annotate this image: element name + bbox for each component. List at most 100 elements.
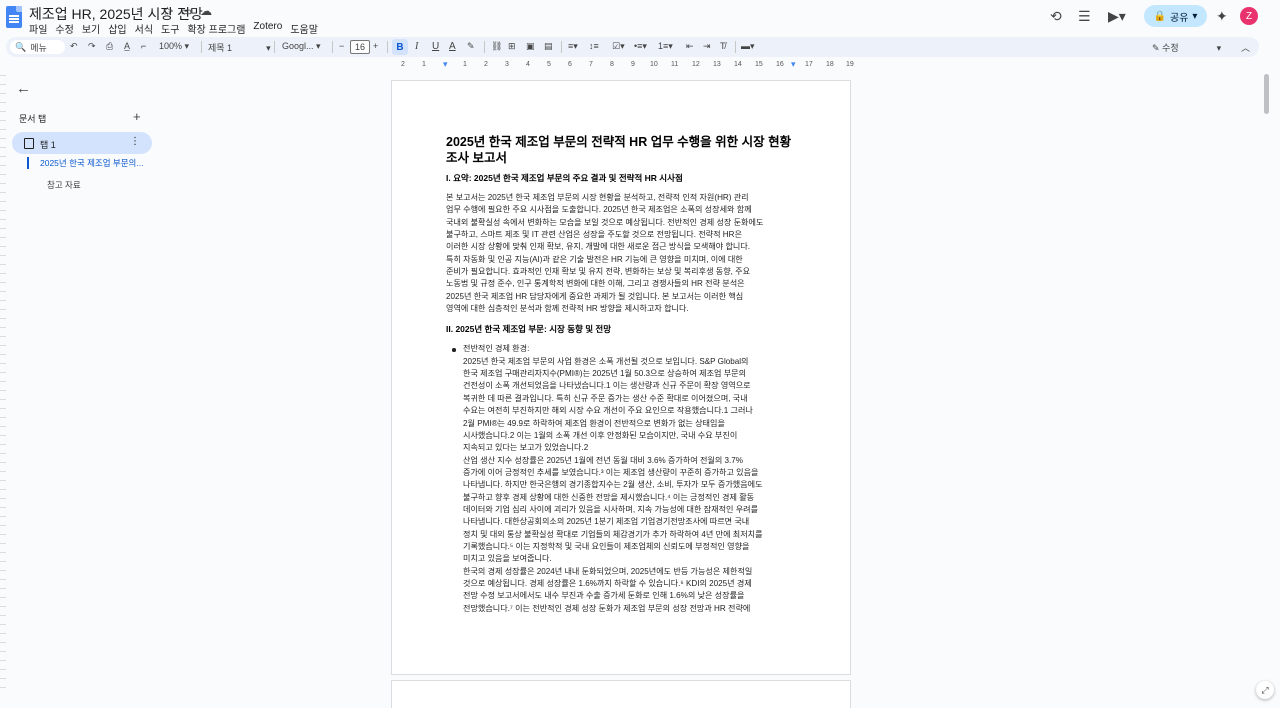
underline-icon[interactable]: U: [432, 41, 439, 52]
zoom-select[interactable]: 100% ▾: [159, 41, 189, 52]
ruler-mark: 12: [692, 61, 700, 68]
text-line: 2025년 한국 제조업 부문의 사업 환경은 소폭 개선될 것으로 보입니다.…: [463, 356, 749, 366]
menu-format[interactable]: 서식: [135, 21, 153, 36]
document-page-2[interactable]: [391, 680, 851, 708]
menu-tools[interactable]: 도구: [161, 21, 179, 36]
gemini-icon[interactable]: ✦: [1216, 8, 1228, 25]
ruler-mark: 3: [505, 61, 509, 68]
increase-indent-icon[interactable]: ⇥: [703, 41, 711, 52]
left-indent-marker[interactable]: ▾: [443, 59, 448, 70]
share-label: 공유: [1170, 12, 1189, 24]
toolbar-divider: [484, 41, 485, 53]
text-line: 복귀한 데 따른 결과입니다. 특히 신규 주문 증가는 생산 수준 확대로 이…: [463, 393, 748, 403]
back-arrow-icon[interactable]: ←: [16, 80, 31, 97]
text-line: 것으로 예상됩니다. 경제 성장률은 1.6%까지 하락할 수 있습니다.⁶ K…: [463, 578, 752, 588]
heading-line: 조사 보고서: [446, 151, 507, 165]
decrease-indent-icon[interactable]: ⇤: [686, 41, 694, 52]
share-button[interactable]: 🔒 공유 ▾: [1144, 5, 1207, 27]
history-icon[interactable]: ⟲: [1050, 8, 1062, 25]
scrollbar[interactable]: [1264, 74, 1269, 114]
chevron-down-icon[interactable]: ▾: [1192, 11, 1197, 22]
text-line: 나타냅니다. 대한상공회의소의 2025년 1분기 제조업 기업경기전망조사에 …: [463, 517, 750, 527]
checklist-icon[interactable]: ☑▾: [612, 41, 625, 52]
editing-mode-select[interactable]: ✎ 수정 ▾: [1152, 41, 1221, 54]
numbered-list-icon[interactable]: 1≡▾: [658, 41, 673, 52]
cloud-icon[interactable]: ☁: [200, 4, 220, 18]
menu-file[interactable]: 파일: [29, 21, 47, 36]
ruler-mark: 2: [401, 61, 405, 68]
menu-insert[interactable]: 삽입: [108, 21, 126, 36]
document-heading[interactable]: 2025년 한국 제조업 부문의 전략적 HR 업무 수행을 위한 시장 현황 …: [446, 134, 798, 166]
ruler-mark: 1: [463, 61, 467, 68]
explore-icon[interactable]: ⤢: [1256, 681, 1274, 699]
menu-help[interactable]: 도움말: [290, 21, 318, 36]
pencil-icon: ✎: [1152, 43, 1163, 53]
star-icon[interactable]: ☆: [162, 4, 181, 18]
bulleted-list-icon[interactable]: •≡▾: [634, 41, 647, 52]
menu-edit[interactable]: 수정: [55, 21, 73, 36]
font-select[interactable]: Googl... ▾: [282, 41, 321, 52]
section-heading-summary[interactable]: I. 요약: 2025년 한국 제조업 부문의 주요 결과 및 전략적 HR 시…: [446, 172, 798, 184]
ruler-mark: 8: [610, 61, 614, 68]
add-tab-icon[interactable]: +: [133, 109, 141, 124]
increase-font-icon[interactable]: +: [373, 41, 378, 51]
style-value: 제목 1: [208, 43, 233, 53]
summary-paragraph[interactable]: 본 보고서는 2025년 한국 제조업 부문의 시장 현황을 분석하고, 전략적…: [446, 192, 798, 315]
redo-icon[interactable]: ↷: [88, 41, 96, 52]
text-line: 나타냅니다. 하지만 한국은행의 경기종합지수는 2월 생산, 소비, 투자가 …: [463, 480, 763, 490]
spellcheck-icon[interactable]: A̲: [124, 41, 130, 51]
text-line: 전망했습니다.⁷ 이는 전반적인 경제 성장 둔화가 제조업 부문의 성장 전망…: [463, 603, 751, 613]
ruler-mark: 2: [484, 61, 488, 68]
menu-view[interactable]: 보기: [82, 21, 100, 36]
comments-icon[interactable]: ☰: [1078, 8, 1091, 25]
font-size-input[interactable]: 16: [350, 40, 370, 54]
meet-icon[interactable]: ▶▾: [1108, 8, 1126, 25]
text-line: 국내외 불확실성 속에서 변화하는 모습을 보일 것으로 예상됩니다. 전반적인…: [446, 217, 764, 227]
text-line: 이러한 시장 상황에 맞춰 인재 확보, 유지, 개발에 대한 새로운 접근 방…: [446, 242, 751, 252]
title-icons: ☆▭☁: [162, 4, 220, 18]
text-line: 시사했습니다.2 이는 1월의 소폭 개선 이후 안정화된 모습이지만, 국내 …: [463, 430, 738, 440]
add-comment-icon[interactable]: ⊞: [508, 41, 516, 52]
document-body[interactable]: 2025년 한국 제조업 부문의 전략적 HR 업무 수행을 위한 시장 현황 …: [446, 134, 798, 623]
undo-icon[interactable]: ↶: [70, 41, 78, 52]
line-spacing-icon[interactable]: ↕≡: [589, 41, 599, 51]
menu-search[interactable]: 🔍 메뉴: [10, 40, 65, 54]
outline-item-heading[interactable]: 2025년 한국 제조업 부문의...: [27, 157, 143, 169]
vertical-ruler[interactable]: [0, 75, 6, 695]
text-line: 불구하고, 스마트 제조 및 IT 관련 산업은 성장을 주도할 것으로 전망됩…: [446, 230, 742, 240]
text-line: 특히 자동화 및 인공 지능(AI)과 같은 기술 발전은 HR 기능에 큰 영…: [446, 254, 743, 264]
list-item[interactable]: 전반적인 경제 환경: 2025년 한국 제조업 부문의 사업 환경은 소폭 개…: [446, 343, 798, 615]
paint-format-icon[interactable]: ⌐: [141, 41, 146, 51]
folder-icon[interactable]: ▭: [181, 4, 200, 18]
tab-document-icon: [24, 138, 34, 149]
menu-zotero[interactable]: Zotero: [253, 21, 282, 36]
more-options-icon[interactable]: ▬▾: [741, 41, 755, 52]
print-icon[interactable]: ⎙: [106, 41, 113, 52]
decrease-font-icon[interactable]: −: [339, 41, 344, 51]
menu-extensions[interactable]: 확장 프로그램: [187, 21, 245, 36]
style-select[interactable]: 제목 1 ▾: [208, 41, 271, 54]
highlight-icon[interactable]: ✎: [467, 41, 475, 52]
outline-item-references[interactable]: 참고 자료: [47, 179, 81, 191]
image-icon[interactable]: ▣: [526, 41, 535, 52]
tab-options-icon[interactable]: ⋮: [130, 136, 140, 147]
avatar[interactable]: Z: [1240, 7, 1258, 25]
font-value: Googl...: [282, 41, 314, 51]
right-indent-marker[interactable]: ▾: [791, 59, 796, 70]
italic-icon[interactable]: I: [415, 41, 418, 52]
section-heading-market[interactable]: II. 2025년 한국 제조업 부문: 시장 동향 및 전망: [446, 323, 798, 335]
text-color-icon[interactable]: A: [449, 41, 456, 52]
align-icon[interactable]: ≡▾: [568, 41, 578, 52]
tab-1[interactable]: 탭 1 ⋮: [12, 132, 152, 154]
toolbar-divider: [201, 41, 202, 53]
horizontal-ruler[interactable]: ▾ ▾ 2 1 1 2 3 4 5 6 7 8 9 10 11 12 13 14…: [391, 59, 854, 73]
collapse-menus-icon[interactable]: ︿: [1241, 41, 1250, 54]
docs-logo-icon[interactable]: [6, 6, 22, 28]
bold-button[interactable]: B: [392, 39, 408, 55]
ruler-mark: 10: [650, 61, 658, 68]
ruler-mark: 6: [568, 61, 572, 68]
clear-format-icon[interactable]: T̸: [720, 41, 726, 51]
insert-icon[interactable]: ▤: [544, 41, 553, 52]
document-page[interactable]: 2025년 한국 제조업 부문의 전략적 HR 업무 수행을 위한 시장 현황 …: [391, 80, 851, 675]
link-icon[interactable]: ⛓: [491, 41, 502, 52]
